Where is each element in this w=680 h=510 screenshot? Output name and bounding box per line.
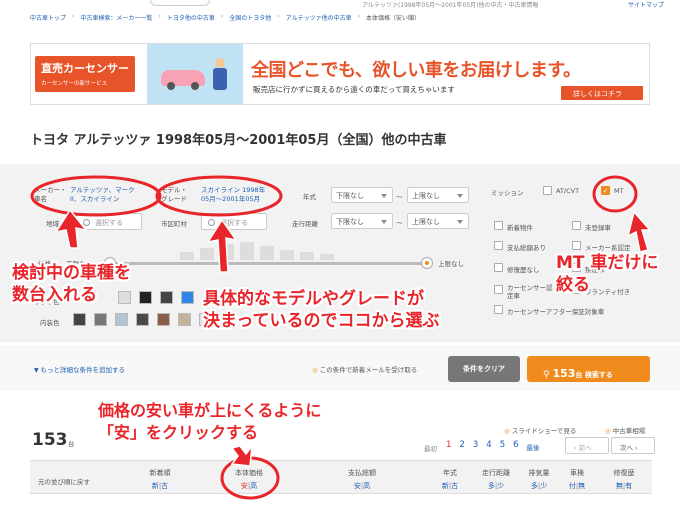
annotation-circle: [592, 175, 638, 213]
annotation-text: MT 車だけに 絞る: [556, 253, 659, 295]
annotation-text: 検討中の車種を 数台入れる: [12, 263, 131, 305]
annotation-circle: [30, 175, 162, 217]
annotation-text: 価格の安い車が上にくるように 「安」をクリックする: [98, 401, 322, 442]
annotation-circle: [155, 175, 283, 217]
annotation-text: 具体的なモデルやグレードが 決まっているのでココから選ぶ: [203, 289, 440, 331]
